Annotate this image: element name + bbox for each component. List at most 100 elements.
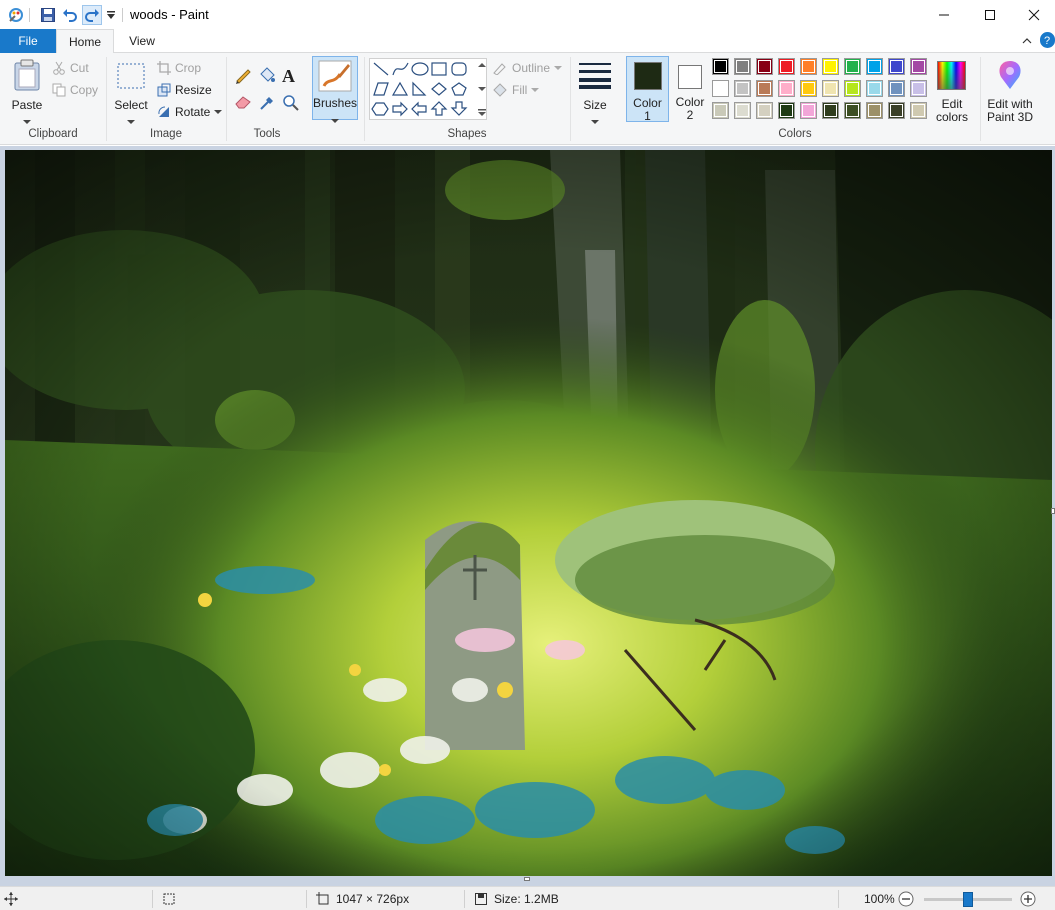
tab-home[interactable]: Home: [56, 29, 114, 54]
palette-swatch[interactable]: [888, 80, 905, 97]
fill-bucket-icon[interactable]: [258, 66, 276, 87]
outline-icon: [493, 63, 506, 75]
zoom-in-button[interactable]: [1020, 891, 1036, 910]
minimize-ribbon-icon[interactable]: [1020, 34, 1034, 51]
palette-swatch[interactable]: [910, 80, 927, 97]
palette-swatch[interactable]: [778, 80, 795, 97]
edit-with-paint3d-button[interactable]: Edit with Paint 3D: [982, 57, 1038, 124]
palette-swatch[interactable]: [844, 102, 861, 119]
brushes-dropdown-icon[interactable]: [331, 113, 339, 127]
cursor-position: [4, 892, 18, 906]
file-size: Size: 1.2MB: [474, 892, 559, 906]
shapes-gallery[interactable]: [369, 58, 487, 120]
rotate-icon: [158, 106, 169, 117]
crop-icon: [157, 61, 171, 75]
zoom-in-icon: [1020, 891, 1036, 907]
fill-dropdown-icon[interactable]: [531, 87, 540, 93]
minimize-button[interactable]: [921, 0, 967, 29]
palette-swatch[interactable]: [822, 80, 839, 97]
image-group-label: Image: [150, 128, 182, 140]
tab-view[interactable]: View: [114, 29, 170, 53]
scissors-icon: [53, 61, 65, 75]
help-icon[interactable]: ?: [1040, 32, 1055, 48]
palette-swatch[interactable]: [734, 102, 751, 119]
size-button[interactable]: Size: [576, 57, 614, 124]
fill-button[interactable]: Fill: [492, 81, 540, 99]
palette-swatch[interactable]: [712, 80, 729, 97]
palette-swatch[interactable]: [822, 102, 839, 119]
edit-colors-button[interactable]: Edit colors: [933, 57, 971, 124]
palette-swatch[interactable]: [756, 80, 773, 97]
resize-button[interactable]: Resize: [157, 81, 212, 99]
rotate-dropdown-icon[interactable]: [214, 109, 223, 115]
palette-swatch[interactable]: [778, 58, 795, 75]
drawing-canvas[interactable]: [5, 150, 1052, 876]
maximize-button[interactable]: [967, 0, 1013, 29]
undo-icon[interactable]: [60, 5, 80, 25]
magnifier-icon[interactable]: [282, 94, 300, 115]
paint-app-icon[interactable]: [6, 5, 26, 25]
color2-button[interactable]: Color 2: [670, 56, 710, 122]
brushes-button[interactable]: Brushes: [312, 56, 358, 123]
color1-button[interactable]: Color 1: [626, 56, 669, 123]
palette-swatch[interactable]: [800, 58, 817, 75]
customize-quick-access-icon[interactable]: [104, 5, 118, 25]
crop-label: Crop: [175, 61, 202, 75]
crop-button[interactable]: Crop: [157, 59, 201, 77]
palette-swatch[interactable]: [800, 80, 817, 97]
file-size-value: Size: 1.2MB: [494, 892, 559, 906]
ribbon: Paste Cut Copy Clipboard Select Crop Res…: [0, 53, 1055, 145]
zoom-out-button[interactable]: [898, 891, 914, 910]
color1-swatch: [634, 62, 662, 90]
outline-dropdown-icon[interactable]: [554, 65, 563, 71]
zoom-slider[interactable]: [924, 892, 1012, 907]
palette-swatch[interactable]: [756, 102, 773, 119]
select-button[interactable]: Select: [112, 57, 150, 124]
close-button[interactable]: [1013, 0, 1055, 29]
palette-swatch[interactable]: [778, 102, 795, 119]
palette-swatch[interactable]: [910, 58, 927, 75]
redo-icon[interactable]: [82, 5, 102, 25]
outline-button[interactable]: Outline: [492, 59, 563, 77]
palette-swatch[interactable]: [866, 58, 883, 75]
pencil-icon[interactable]: [234, 66, 252, 87]
rotate-button[interactable]: Rotate: [157, 103, 223, 121]
size-label: Size: [583, 98, 607, 112]
paste-button[interactable]: Paste: [8, 57, 46, 124]
tools-group-label: Tools: [253, 128, 281, 140]
palette-swatch[interactable]: [712, 102, 729, 119]
size-dropdown-icon[interactable]: [591, 114, 599, 128]
window-title: woods - Paint: [130, 7, 209, 22]
palette-swatch[interactable]: [844, 80, 861, 97]
workspace: [0, 146, 1055, 886]
tab-file[interactable]: File: [0, 29, 56, 53]
eraser-icon[interactable]: [234, 94, 252, 113]
select-label: Select: [114, 98, 148, 112]
copy-label: Copy: [70, 83, 99, 97]
selection-size-icon: [163, 893, 175, 905]
palette-swatch[interactable]: [734, 80, 751, 97]
palette-swatch[interactable]: [800, 102, 817, 119]
palette-swatch[interactable]: [866, 102, 883, 119]
cut-button[interactable]: Cut: [52, 59, 89, 77]
text-tool-icon[interactable]: A: [282, 66, 295, 87]
palette-swatch[interactable]: [712, 58, 729, 75]
separator: [980, 57, 981, 141]
canvas-resize-handle-bottom[interactable]: [524, 877, 530, 881]
palette-swatch[interactable]: [888, 102, 905, 119]
palette-swatch[interactable]: [734, 58, 751, 75]
zoom-slider-thumb[interactable]: [963, 892, 973, 907]
paste-dropdown-icon[interactable]: [23, 114, 31, 128]
palette-swatch[interactable]: [822, 58, 839, 75]
select-dropdown-icon[interactable]: [127, 114, 135, 128]
save-icon[interactable]: [38, 5, 58, 25]
palette-swatch[interactable]: [844, 58, 861, 75]
color1-number: 1: [644, 109, 651, 123]
palette-swatch[interactable]: [756, 58, 773, 75]
copy-button[interactable]: Copy: [52, 81, 98, 99]
palette-swatch[interactable]: [888, 58, 905, 75]
palette-swatch[interactable]: [866, 80, 883, 97]
palette-swatch[interactable]: [910, 102, 927, 119]
color-picker-icon[interactable]: [258, 94, 276, 115]
canvas-resize-handle-right[interactable]: [1051, 508, 1055, 514]
